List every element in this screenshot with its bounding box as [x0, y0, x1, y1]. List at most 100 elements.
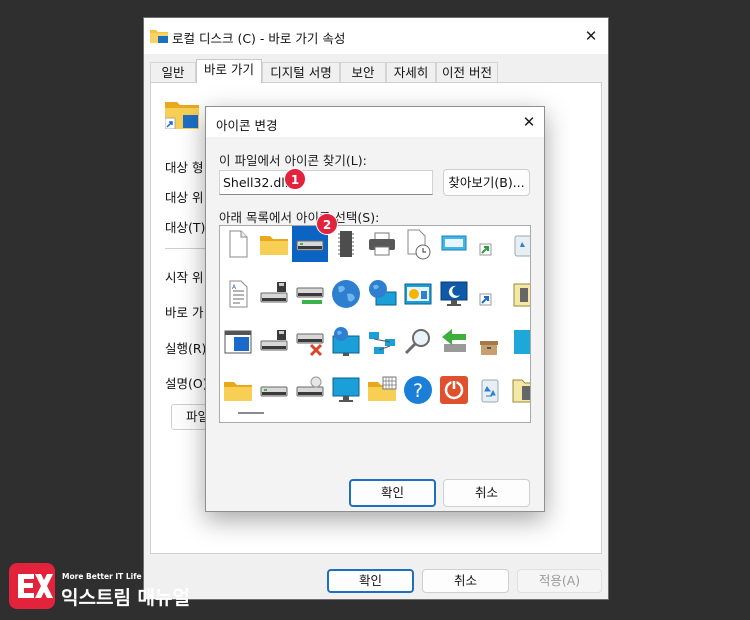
tab-security[interactable]: 보안 [340, 62, 386, 82]
icon-cell[interactable] [328, 324, 364, 360]
shortcut-arrow-icon [479, 243, 492, 256]
file-label: 이 파일에서 아이콘 찾기(L): [219, 153, 367, 168]
tab-previous-versions[interactable]: 이전 버전 [436, 62, 498, 82]
icon-cell[interactable] [364, 276, 400, 312]
icon-cell[interactable] [328, 276, 364, 312]
horizontal-scrollbar[interactable] [238, 412, 264, 414]
icon-cell[interactable] [256, 276, 292, 312]
icon-cell[interactable] [472, 324, 508, 360]
power-icon [440, 376, 468, 404]
icon-cell[interactable] [472, 372, 508, 408]
folder-icon [260, 236, 288, 255]
window-app-icon [441, 235, 467, 251]
icon-cell[interactable] [220, 226, 256, 262]
change-icon-titlebar: 아이콘 변경 ✕ [206, 107, 544, 137]
green-back-arrow-icon [442, 329, 466, 352]
icon-list[interactable]: A ? [219, 225, 531, 423]
icon-cell[interactable] [220, 372, 256, 408]
tab-digital-signature[interactable]: 디지털 서명 [262, 62, 340, 82]
change-icon-dialog: 아이콘 변경 ✕ 이 파일에서 아이콘 찾기(L): 찾아보기(B)... 아래… [205, 106, 545, 512]
icon-cell[interactable] [508, 372, 530, 408]
icon-cell[interactable] [256, 324, 292, 360]
target-location-label: 대상 위 [165, 190, 204, 205]
icon-cell[interactable] [256, 226, 292, 262]
icon-cell[interactable] [472, 226, 508, 262]
icon-cell[interactable] [400, 276, 436, 312]
icon-cell[interactable] [436, 276, 472, 312]
icon-cell[interactable]: A [220, 276, 256, 312]
icon-cell[interactable] [292, 276, 328, 312]
icon-cell[interactable] [364, 226, 400, 262]
annotation-badge-2: 2 [316, 213, 338, 235]
icon-cell[interactable] [508, 276, 530, 312]
folder-shortcut-icon [150, 30, 168, 43]
shortcut-key-label: 바로 가 [165, 305, 204, 320]
separator [165, 248, 205, 249]
properties-ok-button[interactable]: 확인 [327, 569, 414, 593]
properties-close-button[interactable]: ✕ [580, 26, 602, 46]
change-icon-close-button[interactable]: ✕ [519, 112, 539, 132]
icon-cell[interactable] [364, 324, 400, 360]
drive-error-icon [296, 333, 324, 357]
floppy-drive-icon [260, 282, 288, 303]
document-clock-icon [407, 229, 431, 260]
icon-cell[interactable]: ? [400, 372, 436, 408]
icon-cell[interactable] [256, 372, 292, 408]
properties-apply-button: 적용(A) [517, 569, 602, 593]
icon-cell[interactable] [400, 324, 436, 360]
tab-general[interactable]: 일반 [150, 62, 196, 82]
icon-cell[interactable] [328, 372, 364, 408]
icon-cell[interactable] [292, 324, 328, 360]
icon-cell[interactable] [220, 324, 256, 360]
icon-cell[interactable] [364, 372, 400, 408]
properties-cancel-button[interactable]: 취소 [422, 569, 509, 593]
folder-2-icon [224, 382, 252, 401]
cd-drive-icon [296, 376, 324, 397]
icon-cell[interactable] [436, 372, 472, 408]
icon-cell[interactable] [508, 226, 530, 262]
recycle-bin-partial-icon [514, 235, 530, 257]
icon-cell[interactable] [508, 324, 530, 360]
floppy-drive-2-icon [260, 330, 288, 351]
network-nodes-icon [369, 332, 395, 354]
network-drive-icon [296, 287, 324, 304]
tab-shortcut[interactable]: 바로 가기 [196, 59, 262, 83]
icon-cell[interactable] [400, 226, 436, 262]
change-icon-ok-button[interactable]: 확인 [349, 479, 436, 507]
globe-monitor-icon [332, 327, 360, 356]
drive-2-icon [260, 386, 288, 397]
brand-name: 익스트림 매뉴얼 [61, 587, 190, 609]
start-in-label: 시작 위 [165, 270, 204, 285]
globe-icon [332, 280, 360, 308]
icon-cell[interactable] [292, 372, 328, 408]
help-icon: ? [404, 376, 432, 404]
text-document-icon: A [229, 280, 248, 308]
network-globe-icon [369, 280, 397, 306]
box-icon [480, 341, 498, 355]
cyan-partial-icon [514, 330, 530, 354]
memory-chip-icon [338, 231, 354, 257]
brand-tagline: More Better IT Life [62, 572, 142, 581]
icon-cell[interactable] [436, 226, 472, 262]
change-icon-title: 아이콘 변경 [216, 118, 278, 133]
icon-list-label: 아래 목록에서 아이콘 선택(S): [219, 210, 380, 225]
folder-shortcut-icon [165, 102, 199, 129]
icon-cell[interactable] [472, 276, 508, 312]
properties-title: 로컬 디스크 (C) - 바로 가기 속성 [172, 31, 346, 46]
window-blue-icon [224, 330, 252, 354]
control-panel-icon [404, 283, 432, 305]
shortcut-arrow-icon [479, 293, 492, 306]
comment-label: 설명(O) [165, 376, 208, 391]
icon-file-input[interactable] [219, 170, 433, 195]
change-icon-cancel-button[interactable]: 취소 [443, 479, 530, 507]
properties-titlebar: 로컬 디스크 (C) - 바로 가기 속성 ✕ [144, 18, 608, 54]
icon-cell[interactable] [436, 324, 472, 360]
target-type-label: 대상 형 [165, 160, 204, 175]
browse-button[interactable]: 찾아보기(B)... [443, 169, 530, 196]
monitor-icon [332, 377, 360, 402]
tab-details[interactable]: 자세히 [386, 62, 436, 82]
brand-logo [9, 563, 55, 609]
printer-icon [369, 232, 395, 256]
magnifier-icon [404, 329, 430, 355]
blank-document-icon [229, 230, 248, 258]
